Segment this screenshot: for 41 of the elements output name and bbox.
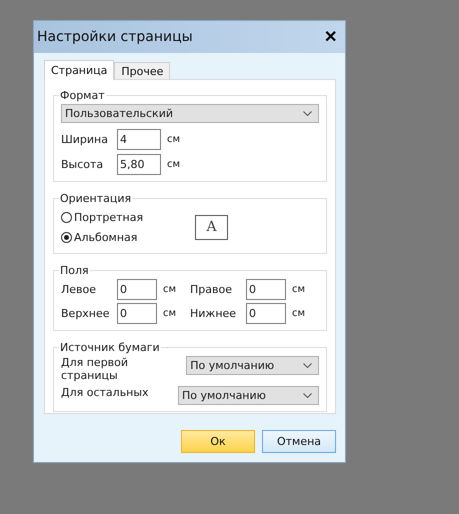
field-label: Верхнее	[61, 307, 111, 320]
tab[interactable]: Прочее	[114, 62, 170, 79]
field-label: Для остальных	[61, 386, 149, 399]
input-field[interactable]: 0	[246, 303, 286, 324]
unit-label: см	[292, 284, 306, 295]
chevron-down-icon	[303, 363, 312, 368]
group-title: Формат	[59, 89, 106, 102]
radio-button[interactable]	[61, 212, 72, 222]
unit-label: см	[292, 308, 306, 319]
input-field[interactable]: 0	[117, 303, 157, 324]
unit-label: см	[167, 159, 180, 170]
radio-label: Альбомная	[74, 230, 138, 244]
close-button[interactable]: ✕	[324, 27, 337, 47]
field-label: Левое	[61, 283, 98, 296]
group-title: Источник бумаги	[59, 341, 161, 354]
field-label: Высота	[61, 158, 104, 171]
unit-label: см	[163, 284, 176, 295]
paper-dropdown[interactable]: Пользовательский	[61, 104, 319, 123]
unit-label: см	[163, 308, 176, 319]
input-field[interactable]: 0	[117, 279, 157, 300]
field-label: Правое	[190, 283, 233, 296]
unit-label: см	[167, 134, 180, 145]
group-title: Ориентация	[59, 192, 132, 205]
input-field[interactable]: 0	[246, 279, 286, 300]
tab[interactable]: Страница	[44, 60, 114, 80]
source-dropdown[interactable]: По умолчанию	[186, 356, 319, 375]
radio-button[interactable]	[61, 232, 72, 242]
input-field[interactable]: 4	[117, 129, 161, 150]
radio-label: Портретная	[74, 210, 144, 224]
field-label: Для первой страницы	[61, 356, 130, 382]
chevron-down-icon	[303, 111, 312, 116]
cancel-button[interactable]: Отмена	[262, 430, 336, 453]
group-title: Поля	[59, 264, 90, 277]
field-label: Нижнее	[190, 307, 238, 320]
source-dropdown[interactable]: По умолчанию	[178, 386, 319, 405]
input-field[interactable]: 5,80	[117, 154, 161, 175]
chevron-down-icon	[303, 393, 312, 398]
window-title: Настройки страницы	[37, 29, 193, 45]
field-label: Ширина	[61, 133, 109, 146]
page-preview: A	[195, 214, 228, 240]
ok-button[interactable]: Ок	[181, 430, 255, 453]
